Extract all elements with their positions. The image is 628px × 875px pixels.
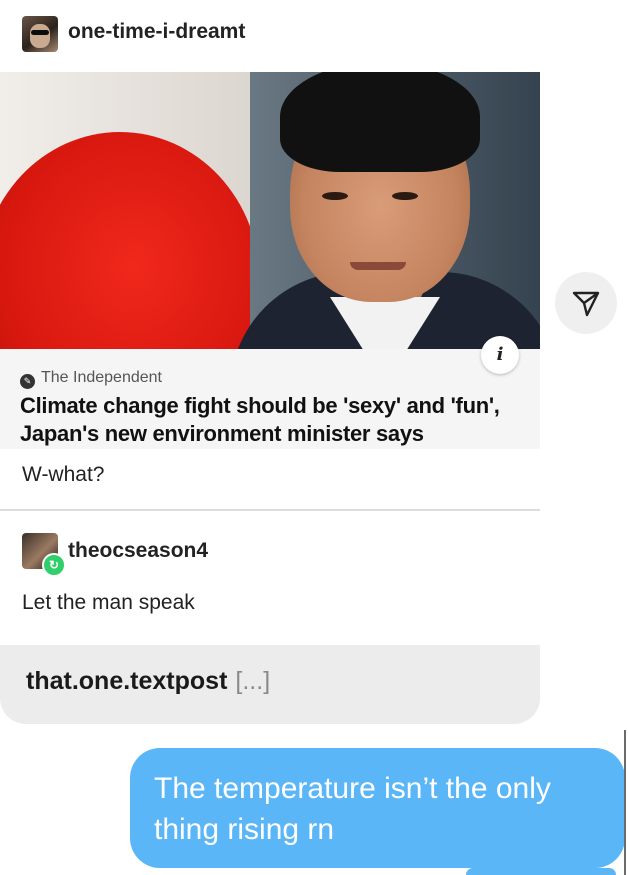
shared-post[interactable]: one-time-i-dreamt ✎ The Independent Clima…: [0, 0, 540, 724]
link-card[interactable]: ✎ The Independent Climate change fight sh…: [0, 349, 540, 449]
post-caption: W-what?: [22, 463, 105, 486]
post-footer[interactable]: that.one.textpost [...]: [0, 645, 540, 724]
scroll-edge: [624, 730, 626, 875]
link-headline[interactable]: Climate change fight should be 'sexy' an…: [20, 392, 525, 448]
mouth: [350, 262, 406, 270]
reblogger-username[interactable]: theocseason4: [68, 539, 208, 563]
reblog-section: ↻ theocseason4 Let the man speak: [0, 511, 540, 645]
avatar-face: [30, 24, 50, 48]
hair: [280, 72, 480, 172]
share-button[interactable]: [555, 272, 617, 334]
left-eye: [322, 192, 348, 200]
footer-author[interactable]: that.one.textpost [...]: [26, 667, 270, 696]
next-message-bubble: [466, 868, 616, 875]
sent-message-bubble[interactable]: The temperature isn’t the only thing ris…: [130, 748, 625, 868]
caption-area: W-what?: [0, 449, 540, 510]
reblog-icon: ↻: [42, 553, 66, 577]
reblog-comment: Let the man speak: [22, 591, 195, 614]
author-username[interactable]: one-time-i-dreamt: [68, 20, 245, 44]
message-text: The temperature isn’t the only thing ris…: [154, 772, 551, 846]
info-icon[interactable]: i: [481, 336, 519, 374]
paper-plane-icon: [572, 291, 600, 317]
link-source: ✎ The Independent: [20, 369, 162, 389]
footer-more[interactable]: [...]: [235, 667, 270, 695]
avatar-glasses: [31, 30, 49, 35]
source-name: The Independent: [41, 369, 162, 386]
post-header: one-time-i-dreamt: [0, 0, 540, 70]
author-avatar[interactable]: [22, 16, 58, 52]
footer-author-name[interactable]: that.one.textpost: [26, 667, 227, 695]
post-image[interactable]: [0, 72, 540, 349]
source-logo-icon: ✎: [20, 374, 35, 389]
right-eye: [392, 192, 418, 200]
